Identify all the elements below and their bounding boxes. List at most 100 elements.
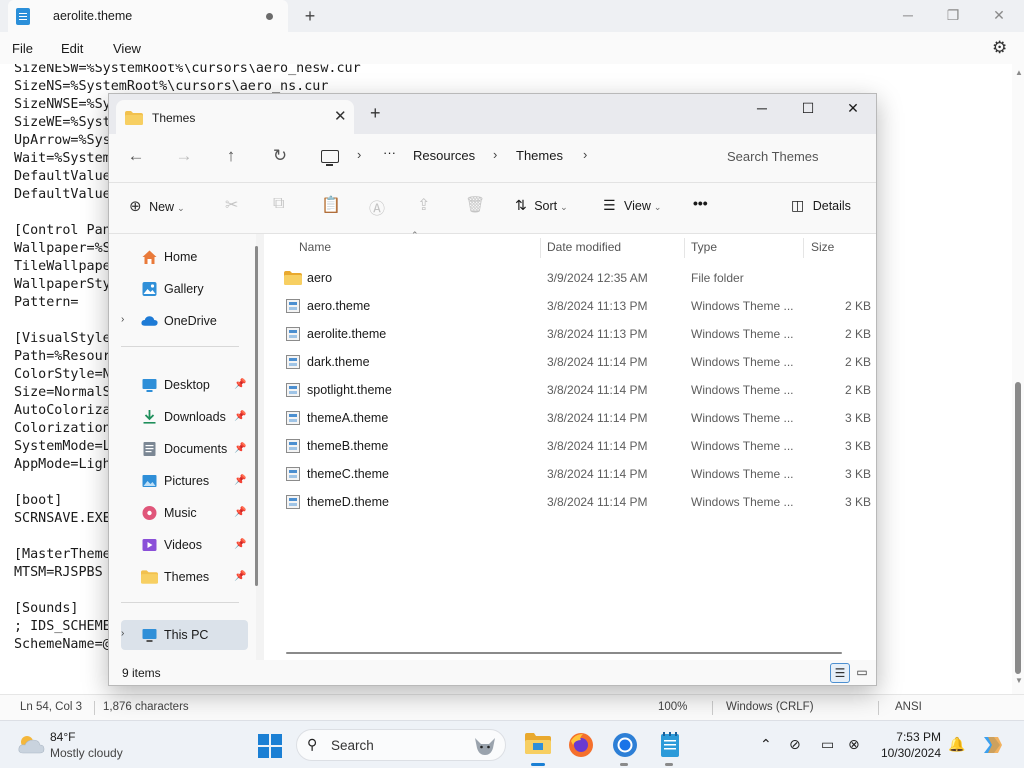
explorer-close-button[interactable]: ✕ (830, 94, 876, 124)
pin-icon[interactable]: 📌 (234, 443, 246, 454)
menu-file[interactable]: File (12, 41, 33, 56)
nav-item-themes[interactable]: Themes 📌 (121, 562, 248, 592)
navigation-pane-scrollbar[interactable] (255, 246, 258, 586)
display-icon[interactable]: ▭ (821, 736, 834, 753)
pin-icon[interactable]: 📌 (234, 507, 246, 518)
menu-view[interactable]: View (113, 41, 141, 56)
refresh-icon[interactable]: ↻ (265, 146, 295, 166)
nav-item-downloads[interactable]: Downloads 📌 (121, 402, 248, 432)
file-name[interactable]: themeB.theme (307, 439, 388, 453)
notepad-close-button[interactable]: ✕ (976, 0, 1022, 32)
file-list-horizontal-scrollbar[interactable] (286, 652, 842, 654)
nav-item-desktop[interactable]: Desktop 📌 (121, 370, 248, 400)
column-header-date-modified[interactable]: Date modified (547, 240, 621, 254)
volume-muted-icon[interactable]: ⊗ (848, 736, 860, 753)
notepad-tab[interactable]: aerolite.theme (8, 0, 288, 32)
details-pane-button[interactable]: ◫ Details (791, 197, 851, 214)
settings-gear-icon[interactable]: ⚙ (992, 38, 1007, 58)
notepad-maximize-button[interactable]: ❐ (930, 0, 976, 32)
file-name[interactable]: aero (307, 271, 332, 285)
pin-icon[interactable]: 📌 (234, 539, 246, 550)
chevron-right-icon[interactable]: › (583, 147, 587, 162)
column-header-type[interactable]: Type (691, 240, 717, 254)
pin-icon[interactable]: 📌 (234, 379, 246, 390)
file-name[interactable]: themeC.theme (307, 467, 389, 481)
this-pc-icon[interactable] (321, 150, 339, 166)
menu-edit[interactable]: Edit (61, 41, 83, 56)
nav-item-music[interactable]: Music 📌 (121, 498, 248, 528)
scroll-up-arrow-icon[interactable]: ▲ (1015, 68, 1023, 77)
show-hidden-icons-chevron-icon[interactable]: ⌃ (760, 736, 772, 753)
line-endings[interactable]: Windows (CRLF) (726, 701, 814, 713)
file-row[interactable]: themeC.theme 3/8/2024 11:14 PM Windows The… (280, 460, 876, 488)
chevron-right-icon[interactable]: › (493, 147, 497, 162)
start-windows-logo-icon[interactable] (258, 734, 282, 758)
column-header-size[interactable]: Size (811, 240, 834, 254)
file-row[interactable]: dark.theme 3/8/2024 11:14 PM Windows Theme… (280, 348, 876, 376)
file-row[interactable]: themeA.theme 3/8/2024 11:14 PM Windows The… (280, 404, 876, 432)
file-name[interactable]: themeA.theme (307, 411, 388, 425)
pin-icon[interactable]: 📌 (234, 411, 246, 422)
new-button[interactable]: ⊕ New ⌄ (129, 197, 185, 215)
nav-item-documents[interactable]: Documents 📌 (121, 434, 248, 464)
copilot-icon[interactable] (980, 733, 1004, 757)
breadcrumb-overflow-icon[interactable]: ··· (383, 145, 396, 160)
notepad-minimize-button[interactable]: ─ (885, 0, 931, 32)
file-row[interactable]: themeD.theme 3/8/2024 11:14 PM Windows The… (280, 488, 876, 516)
back-arrow-icon[interactable]: ← (121, 146, 151, 166)
tiles-view-icon[interactable]: ▭ (852, 663, 872, 683)
search-input[interactable]: Search Themes (716, 142, 868, 174)
notification-bell-icon[interactable]: 🔔 (948, 736, 965, 753)
explorer-tab-themes[interactable]: Themes ✕ (116, 100, 354, 134)
nav-item-onedrive[interactable]: › OneDrive (121, 306, 248, 336)
file-name[interactable]: dark.theme (307, 355, 370, 369)
notepad-vertical-scrollbar[interactable]: ▲ ▼ (1012, 64, 1024, 694)
nav-item-this-pc[interactable]: › This PC (121, 620, 248, 650)
nav-item-home[interactable]: Home (121, 242, 248, 272)
file-explorer-taskbar-icon[interactable] (524, 731, 552, 766)
weather-description[interactable]: Mostly cloudy (50, 746, 123, 760)
notepad-new-tab-button[interactable]: + (300, 4, 320, 28)
file-row[interactable]: themeB.theme 3/8/2024 11:14 PM Windows The… (280, 432, 876, 460)
file-row[interactable]: spotlight.theme 3/8/2024 11:14 PM Windows … (280, 376, 876, 404)
column-header-name[interactable]: Name (299, 240, 331, 254)
cut-icon[interactable]: ✂ (225, 195, 238, 215)
pin-icon[interactable]: 📌 (234, 571, 246, 582)
encoding[interactable]: ANSI (895, 701, 922, 713)
file-name[interactable]: aero.theme (307, 299, 370, 313)
network-disconnected-icon[interactable]: ⊘ (789, 736, 801, 753)
paste-icon[interactable]: 📋 (321, 195, 341, 215)
file-name[interactable]: aerolite.theme (307, 327, 386, 341)
taskbar-clock-time[interactable]: 7:53 PM (895, 730, 941, 744)
expand-chevron-icon[interactable]: › (121, 314, 124, 325)
firefox-taskbar-icon[interactable] (567, 731, 595, 759)
nav-item-videos[interactable]: Videos 📌 (121, 530, 248, 560)
close-tab-icon[interactable]: ✕ (334, 107, 347, 125)
breadcrumb-themes[interactable]: Themes (516, 148, 563, 163)
delete-icon[interactable]: 🗑 (465, 195, 485, 215)
breadcrumb[interactable]: › ··· Resources › Themes › (309, 142, 705, 174)
weather-temperature[interactable]: 84°F (50, 730, 75, 744)
more-options-icon[interactable]: ••• (693, 195, 708, 211)
partly-cloudy-weather-icon[interactable] (17, 733, 45, 755)
explorer-new-tab-button[interactable]: + (370, 103, 381, 124)
taskbar-clock-date[interactable]: 10/30/2024 (875, 746, 941, 760)
scroll-down-arrow-icon[interactable]: ▼ (1015, 676, 1023, 685)
expand-chevron-icon[interactable]: › (121, 628, 124, 639)
file-name[interactable]: themeD.theme (307, 495, 389, 509)
breadcrumb-resources[interactable]: Resources (413, 148, 475, 163)
notepad-taskbar-icon[interactable] (656, 731, 684, 766)
share-icon[interactable]: ⇪ (417, 195, 430, 215)
file-row[interactable]: aero.theme 3/8/2024 11:13 PM Windows Theme… (280, 292, 876, 320)
forward-arrow-icon[interactable]: → (169, 146, 199, 166)
taskbar-search-box[interactable]: ⚲ Search (296, 729, 506, 761)
unsaved-indicator-icon[interactable] (266, 13, 273, 20)
copy-icon[interactable]: ⧉ (273, 195, 284, 213)
up-arrow-icon[interactable]: ↑ (216, 146, 246, 166)
nav-item-pictures[interactable]: Pictures 📌 (121, 466, 248, 496)
rename-icon[interactable]: Ⓐ (369, 195, 385, 219)
sort-button[interactable]: ⇅ Sort ⌄ (515, 197, 568, 214)
nav-item-gallery[interactable]: Gallery (121, 274, 248, 304)
chevron-right-icon[interactable]: › (357, 147, 361, 162)
scrollbar-thumb[interactable] (1015, 382, 1021, 674)
